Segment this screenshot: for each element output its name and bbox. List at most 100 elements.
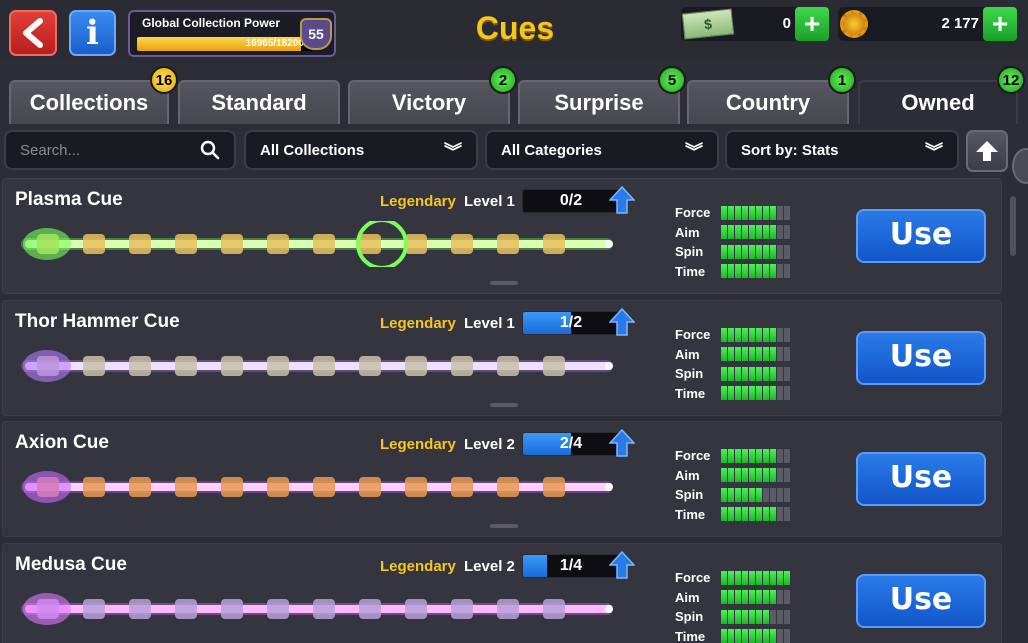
- stat-bar-segment: [735, 507, 741, 522]
- info-button[interactable]: i: [69, 10, 116, 56]
- stat-label: Force: [675, 570, 711, 586]
- search-box[interactable]: [4, 130, 236, 170]
- stat-bar-segment: [749, 264, 755, 279]
- stat-bar-segment: [749, 347, 755, 362]
- stat-bar-segment: [756, 327, 762, 342]
- scrollbar-thumb[interactable]: [1010, 196, 1016, 256]
- cue-row[interactable]: Axion Cue Legendary Level 2 2/4 Force Aim…: [2, 421, 1002, 537]
- stat-bar-segment: [735, 205, 741, 220]
- stat-bar-segment: [763, 205, 769, 220]
- upgrade-arrow-icon[interactable]: [609, 308, 635, 336]
- stat-bar-segment: [756, 225, 762, 240]
- stat-label: Force: [675, 448, 711, 464]
- tab-country[interactable]: Country: [687, 80, 849, 124]
- stat-row: Force: [675, 325, 790, 345]
- cue-ornament: [405, 599, 427, 619]
- cue-ornament: [543, 477, 565, 497]
- stat-bar-segment: [721, 264, 727, 279]
- tab-victory[interactable]: Victory: [348, 80, 510, 124]
- cue-upgrade-progress: 2/4: [522, 432, 620, 456]
- global-collection-power[interactable]: Global Collection Power 16965/18200 55: [128, 10, 336, 57]
- stat-bars: [721, 507, 790, 522]
- stat-bar-segment: [749, 487, 755, 502]
- tab-standard[interactable]: Standard: [178, 80, 340, 124]
- use-cue-button[interactable]: Use: [856, 331, 986, 385]
- stat-label: Time: [675, 506, 706, 522]
- upgrade-arrow-icon[interactable]: [609, 186, 635, 214]
- search-icon[interactable]: [200, 140, 220, 160]
- cue-ornament: [405, 234, 427, 254]
- cue-ornament: [175, 599, 197, 619]
- categories-dropdown[interactable]: All Categories ︾: [485, 130, 719, 170]
- cue-row[interactable]: Plasma Cue Legendary Level 1 0/2 Force Ai…: [2, 178, 1002, 294]
- stat-row: Spin: [675, 607, 790, 627]
- stat-bar-segment: [763, 264, 769, 279]
- collections-dropdown[interactable]: All Collections ︾: [244, 130, 478, 170]
- tab-label: Victory: [391, 90, 467, 115]
- stat-bar-segment: [728, 487, 734, 502]
- stat-bar-segment: [735, 570, 741, 585]
- use-cue-button[interactable]: Use: [856, 574, 986, 628]
- cue-ornament: [497, 234, 519, 254]
- search-input[interactable]: [12, 132, 192, 168]
- stat-bar-segment: [784, 487, 790, 502]
- tab-badge-collections: 16: [150, 66, 178, 94]
- stat-bar-segment: [784, 225, 790, 240]
- cue-ornament: [83, 356, 105, 376]
- tab-label: Collections: [29, 90, 149, 115]
- cue-row[interactable]: Thor Hammer Cue Legendary Level 1 1/2 Fo…: [2, 300, 1002, 416]
- stat-row: Force: [675, 568, 790, 588]
- coins-counter: 2 177 +: [838, 7, 1017, 41]
- stat-bar-segment: [756, 590, 762, 605]
- stat-bar-segment: [770, 205, 776, 220]
- stat-bar-segment: [763, 327, 769, 342]
- tab-owned[interactable]: Owned: [858, 80, 1018, 124]
- cash-counter: $ 0 +: [681, 7, 829, 41]
- sort-dropdown[interactable]: Sort by: Stats ︾: [725, 130, 959, 170]
- cue-ornament: [543, 356, 565, 376]
- stat-bar-segment: [735, 327, 741, 342]
- cue-ornament: [313, 234, 335, 254]
- stat-bar-segment: [749, 225, 755, 240]
- stat-bar-segment: [777, 347, 783, 362]
- cue-ornament: [451, 356, 473, 376]
- upgrade-arrow-icon[interactable]: [609, 429, 635, 457]
- coins-value: 2 177: [941, 15, 979, 32]
- stat-bar-segment: [721, 205, 727, 220]
- tab-collections[interactable]: Collections: [9, 80, 169, 124]
- tab-label: Standard: [211, 90, 307, 115]
- stat-bars: [721, 609, 790, 624]
- stat-bar-segment: [777, 264, 783, 279]
- stat-bar-segment: [784, 590, 790, 605]
- tab-label: Owned: [901, 90, 975, 115]
- cue-butt: [23, 228, 71, 260]
- cue-stats: Force Aim Spin Time: [675, 446, 790, 524]
- stat-bars: [721, 570, 790, 585]
- stat-bar-segment: [728, 264, 734, 279]
- cue-row[interactable]: Medusa Cue Legendary Level 2 1/4 Force Ai…: [2, 543, 1002, 643]
- back-button[interactable]: [9, 10, 57, 56]
- scrollbar[interactable]: [1008, 176, 1018, 643]
- stat-bar-segment: [784, 570, 790, 585]
- stat-bar-segment: [770, 366, 776, 381]
- stat-bar-segment: [763, 570, 769, 585]
- tab-surprise[interactable]: Surprise: [518, 80, 680, 124]
- use-cue-button[interactable]: Use: [856, 452, 986, 506]
- cue-ornament: [543, 234, 565, 254]
- stat-bar-segment: [756, 507, 762, 522]
- stat-bars: [721, 244, 790, 259]
- add-cash-button[interactable]: +: [795, 7, 829, 41]
- add-coins-button[interactable]: +: [983, 7, 1017, 41]
- cash-value: 0: [782, 15, 791, 32]
- stat-bar-segment: [770, 327, 776, 342]
- stat-bar-segment: [721, 629, 727, 643]
- stat-bar-segment: [728, 366, 734, 381]
- stat-bar-segment: [784, 327, 790, 342]
- upgrade-arrow-icon[interactable]: [609, 551, 635, 579]
- stat-bar-segment: [728, 507, 734, 522]
- stat-bar-segment: [770, 448, 776, 463]
- cue-ornament: [175, 356, 197, 376]
- scroll-to-top-button[interactable]: [966, 130, 1008, 172]
- stat-bar-segment: [763, 347, 769, 362]
- use-cue-button[interactable]: Use: [856, 209, 986, 263]
